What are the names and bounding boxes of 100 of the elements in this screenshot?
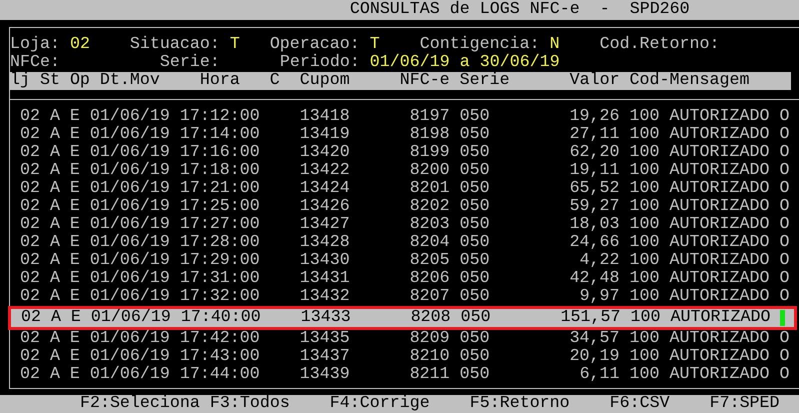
table-cell: 050	[460, 216, 490, 234]
table-cell: 100	[630, 108, 660, 126]
table-cell: 17:31:00	[180, 270, 260, 288]
table-cell: A	[50, 234, 60, 252]
table-cell: E	[70, 180, 80, 198]
table-cell: 01/06/19	[90, 309, 171, 327]
table-cell: 01/06/19	[90, 108, 170, 126]
table-cell-text: 151,57	[560, 309, 621, 327]
table-row[interactable]: 02 A E 01/06/19 17:29:00 13430 8205 050 4,22 100 AUTORIZADO O	[10, 252, 799, 270]
table-cell: A	[50, 366, 60, 384]
table-cell: 050	[460, 270, 490, 288]
table-cell: 8209	[410, 330, 450, 348]
table-cell: 01/06/19	[90, 198, 170, 216]
table-cell: 8210	[410, 348, 450, 366]
table-cell: 13430	[300, 252, 350, 270]
table-cell: E	[70, 309, 81, 327]
table-cell: 8207	[410, 288, 450, 306]
column-header: Cod-Mensagem	[630, 72, 750, 90]
column-header: Valor	[570, 72, 620, 90]
table-cell: AUTORIZADO	[670, 252, 770, 270]
column-header: Dt.Mov	[100, 72, 160, 90]
table-row[interactable]: 02 A E 01/06/19 17:43:00 13437 8210 050 20,19 100 AUTORIZADO O	[10, 348, 799, 366]
selected-row[interactable]: 02 A E 01/06/19 17:40:00 13433 8208 050 151,57 100 AUTORIZADO	[8, 306, 797, 330]
table-row[interactable]: 02 A E 01/06/19 17:27:00 13427 8203 050 18,03 100 AUTORIZADO O	[10, 216, 799, 234]
table-cell: O	[779, 162, 790, 180]
table-cell: A	[50, 309, 61, 327]
table-cell: 100	[630, 216, 660, 234]
table-cell: AUTORIZADO	[670, 162, 770, 180]
table-cell: 050	[460, 108, 490, 126]
table-cell: 17:28:00	[180, 234, 260, 252]
table-cell: 01/06/19	[90, 330, 170, 348]
table-cell: AUTORIZADO	[670, 330, 770, 348]
table-cell: A	[50, 348, 60, 366]
table-cell: 02	[20, 180, 40, 198]
table-row[interactable]: 02 A E 01/06/19 17:32:00 13432 8207 050 9,97 100 AUTORIZADO O	[10, 288, 799, 306]
table-cell: E	[70, 288, 80, 306]
table-cell: E	[70, 270, 80, 288]
table-cell: 13424	[300, 180, 350, 198]
table-cell: AUTORIZADO	[670, 108, 770, 126]
table-cell: 100	[630, 366, 660, 384]
table-cell: 17:21:00	[180, 180, 260, 198]
function-key[interactable]: F4:Corrige	[330, 395, 430, 413]
table-cell: 100	[630, 252, 660, 270]
field-value: 02	[70, 36, 90, 54]
function-key[interactable]: F5:Retorno	[470, 395, 570, 413]
function-key[interactable]: F7:SPED	[710, 395, 780, 413]
column-header: Cupom	[300, 72, 350, 90]
function-key[interactable]: F3:Todos	[210, 395, 290, 413]
table-cell-text: 62,20	[568, 144, 620, 162]
table-cell: 01/06/19	[90, 270, 170, 288]
table-row[interactable]: 02 A E 01/06/19 17:12:00 13418 8197 050 19,26 100 AUTORIZADO O	[10, 108, 799, 126]
table-row[interactable]: 02 A E 01/06/19 17:31:00 13431 8206 050 42,48 100 AUTORIZADO O	[10, 270, 799, 288]
table-row[interactable]: 02 A E 01/06/19 17:28:00 13428 8204 050 24,66 100 AUTORIZADO O	[10, 234, 799, 252]
table-row[interactable]: 02 A E 01/06/19 17:14:00 13419 8198 050 27,11 100 AUTORIZADO O	[10, 126, 799, 144]
table-cell: AUTORIZADO	[670, 234, 770, 252]
function-key[interactable]: F2:Seleciona	[80, 395, 200, 413]
table-cell: E	[70, 126, 80, 144]
table-cell: 01/06/19	[90, 252, 170, 270]
table-cell: 13439	[300, 366, 350, 384]
field-label: Situacao:	[130, 36, 220, 54]
field-label: Serie:	[160, 54, 220, 72]
table-cell: 8208	[410, 309, 451, 327]
table-cell: 02	[20, 216, 40, 234]
table-cell: 01/06/19	[90, 162, 170, 180]
table-row[interactable]: 02 A E 01/06/19 17:42:00 13435 8209 050 34,57 100 AUTORIZADO O	[10, 330, 799, 348]
table-cell: O	[779, 198, 790, 216]
table-cell: O	[779, 234, 790, 252]
column-header: lj	[10, 72, 30, 90]
table-cell: E	[70, 144, 80, 162]
function-key[interactable]: F6:CSV	[610, 395, 670, 413]
table-cell: 100	[630, 234, 660, 252]
window-title: CONSULTAS de LOGS NFC-e - SPD260	[348, 1, 690, 19]
table-cell-text: 59,27	[568, 198, 620, 216]
table-cell: 13418	[300, 108, 350, 126]
table-cell: 100	[630, 288, 660, 306]
table-row[interactable]: 02 A E 01/06/19 17:18:00 13422 8200 050 19,11 100 AUTORIZADO O	[10, 162, 799, 180]
table-cell: 17:12:00	[180, 108, 260, 126]
table-cell: 02	[20, 144, 40, 162]
table-cell: 8200	[410, 162, 450, 180]
field-label: Operacao:	[270, 36, 360, 54]
field-label: Loja:	[10, 36, 60, 54]
table-cell: 050	[460, 162, 490, 180]
table-cell: E	[70, 252, 80, 270]
table-cell: 13435	[300, 330, 350, 348]
table-row[interactable]: 02 A E 01/06/19 17:16:00 13420 8199 050 62,20 100 AUTORIZADO O	[10, 144, 799, 162]
table-cell: A	[50, 270, 60, 288]
field-label: NFCe:	[10, 54, 60, 72]
table-row[interactable]: 02 A E 01/06/19 17:25:00 13426 8202 050 59,27 100 AUTORIZADO O	[10, 198, 799, 216]
table-cell: 02	[20, 309, 41, 327]
table-row[interactable]: 02 A E 01/06/19 17:21:00 13424 8201 050 65,52 100 AUTORIZADO O	[10, 180, 799, 198]
table-cell: 100	[630, 348, 660, 366]
table-cell: E	[70, 348, 80, 366]
table-cell: 02	[20, 366, 40, 384]
table-cell: E	[70, 366, 80, 384]
table-cell: O	[779, 348, 790, 366]
table-cell: AUTORIZADO	[670, 270, 770, 288]
table-cell: 02	[20, 348, 40, 366]
table-row[interactable]: 02 A E 01/06/19 17:44:00 13439 8211 050 6,11 100 AUTORIZADO O	[10, 366, 799, 384]
table-cell: A	[50, 252, 60, 270]
field-label: Periodo:	[280, 54, 360, 72]
